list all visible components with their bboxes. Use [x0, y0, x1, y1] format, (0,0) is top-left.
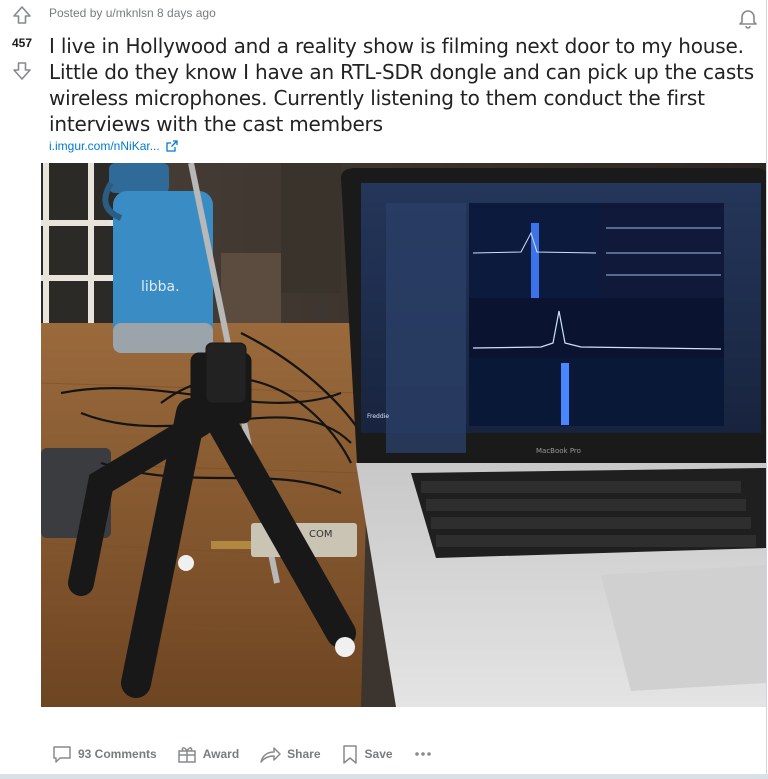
- doorway: [281, 163, 341, 293]
- app-label: Freddie: [367, 413, 389, 420]
- comment-icon: [53, 746, 71, 763]
- comments-label: 93 Comments: [78, 747, 157, 761]
- bottle-label: libba.: [141, 279, 180, 295]
- award-button[interactable]: Award: [177, 744, 239, 764]
- post-meta[interactable]: Posted by u/mknlsn 8 days ago: [49, 6, 216, 20]
- upvote-icon[interactable]: [11, 4, 33, 26]
- bookmark-icon: [342, 745, 357, 764]
- save-button[interactable]: Save: [341, 744, 393, 764]
- share-button[interactable]: Share: [259, 744, 321, 764]
- laptop: Freddie MacBook Pro: [341, 168, 766, 707]
- vote-column: 457: [4, 4, 40, 82]
- award-label: Award: [202, 747, 240, 761]
- save-label: Save: [364, 747, 393, 761]
- page-bottom-border: [0, 774, 768, 779]
- more-options-button[interactable]: [413, 744, 433, 764]
- external-link[interactable]: i.imgur.com/nNiKar...: [49, 139, 178, 153]
- laptop-brand: MacBook Pro: [536, 447, 581, 455]
- dongle-label: COM: [309, 529, 332, 540]
- notification-bell-icon[interactable]: [736, 6, 760, 30]
- comments-button[interactable]: 93 Comments: [52, 744, 157, 764]
- post-actions: 93 Comments Award Share Save: [52, 744, 433, 764]
- share-label: Share: [287, 747, 321, 761]
- gift-icon: [177, 747, 196, 763]
- photo-scene: libba. COM Freddie MacBook Pro: [41, 163, 766, 707]
- post-image[interactable]: libba. COM Freddie MacBook Pro: [41, 163, 766, 707]
- more-options-icon: [414, 752, 431, 756]
- post-title[interactable]: I live in Hollywood and a reality show i…: [49, 33, 754, 137]
- share-icon: [260, 747, 281, 763]
- vote-score: 457: [11, 36, 33, 50]
- chair: [221, 253, 281, 323]
- post-card[interactable]: 457 Posted by u/mknlsn 8 days ago I live…: [0, 0, 767, 779]
- downvote-icon[interactable]: [11, 60, 33, 82]
- external-link-text[interactable]: i.imgur.com/nNiKar...: [49, 139, 160, 153]
- external-link-icon: [166, 140, 178, 152]
